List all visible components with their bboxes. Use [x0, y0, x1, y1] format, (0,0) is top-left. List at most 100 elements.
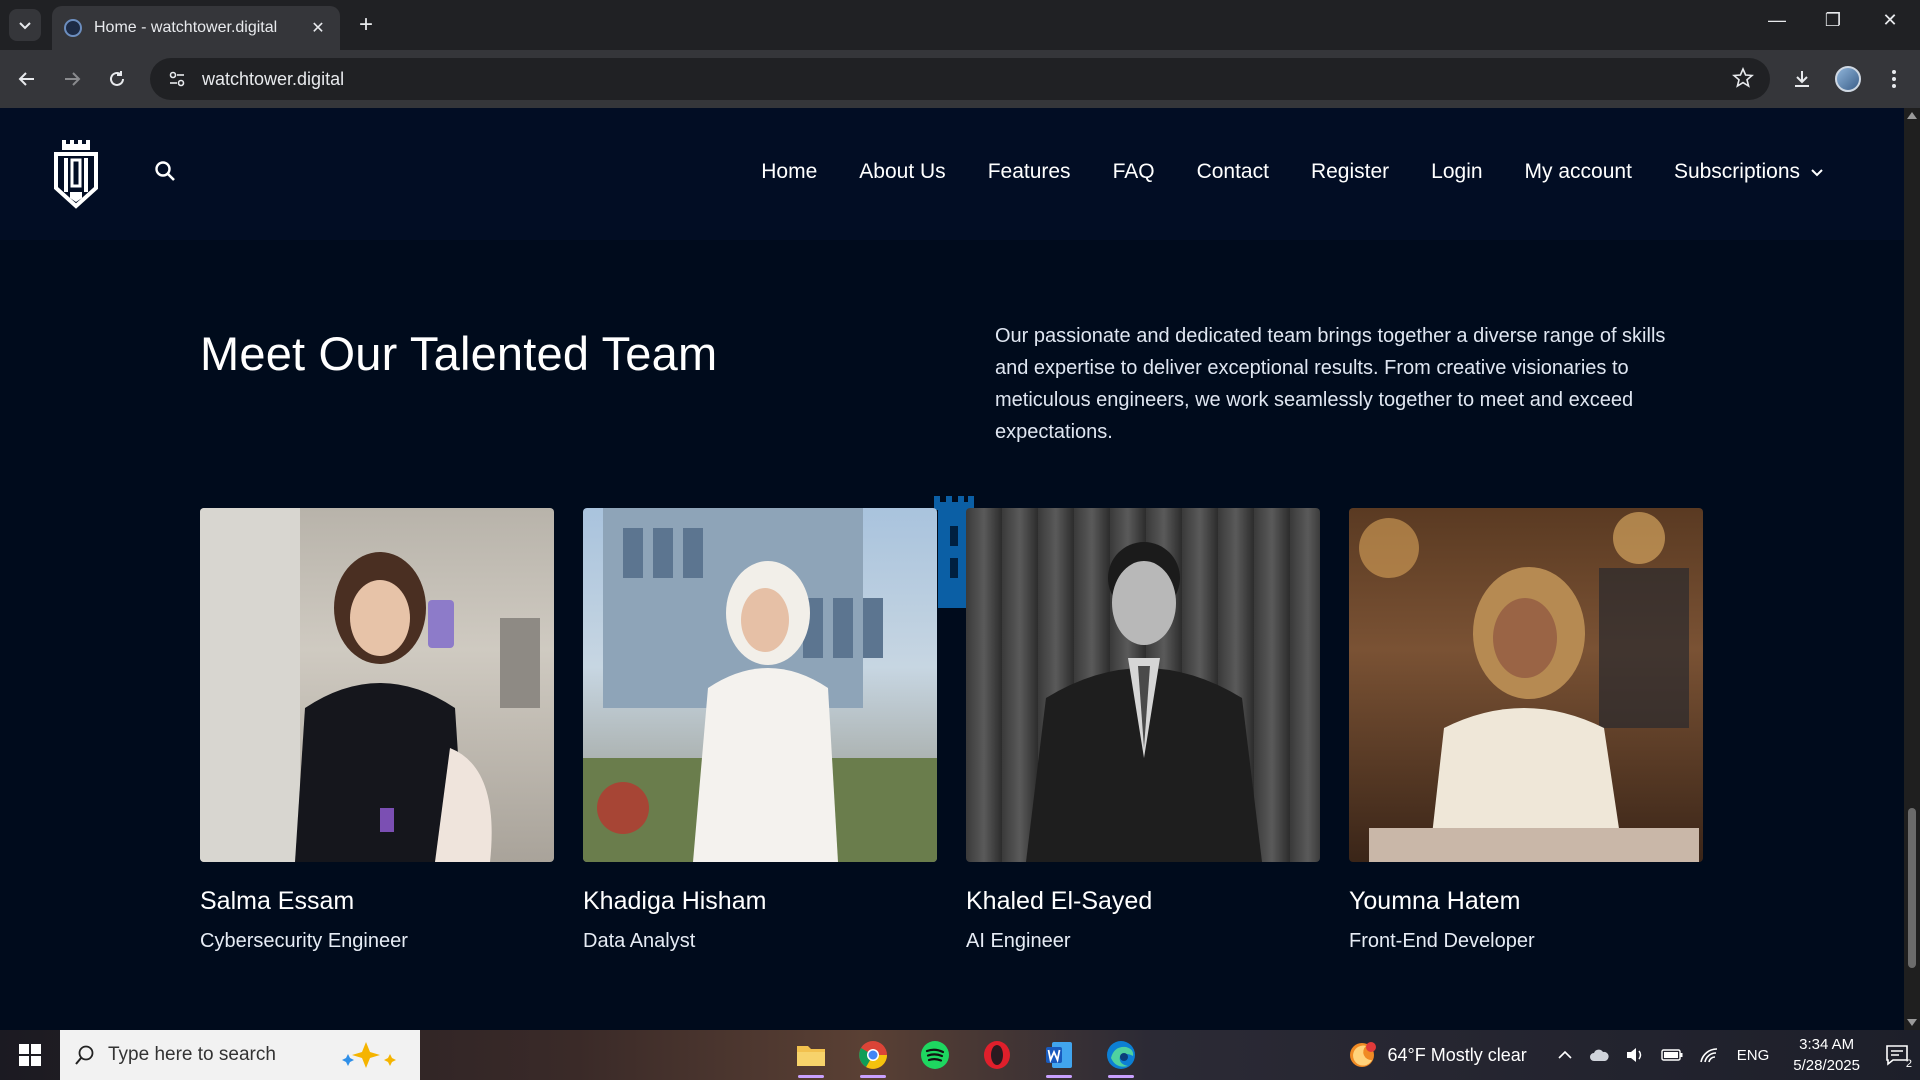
browser-toolbar: watchtower.digital: [0, 50, 1920, 108]
scroll-up-icon[interactable]: [1907, 112, 1917, 119]
team-member-role: Front-End Developer: [1349, 930, 1535, 952]
team-member-name: Khadiga Hisham: [583, 887, 767, 915]
team-member-role: Cybersecurity Engineer: [200, 930, 408, 952]
profile-avatar: [1835, 66, 1861, 92]
section-description: Our passionate and dedicated team brings…: [995, 325, 1666, 443]
person-silhouette-icon: [200, 508, 540, 862]
opera-button[interactable]: [966, 1030, 1028, 1080]
search-icon: [155, 161, 175, 181]
scrollbar-thumb[interactable]: [1908, 808, 1916, 968]
back-button[interactable]: [13, 65, 41, 93]
browser-menu-button[interactable]: [1880, 65, 1908, 93]
team-member-role: AI Engineer: [966, 930, 1071, 952]
chevron-down-icon: [1811, 169, 1823, 177]
team-card: Youmna Hatem Front-End Developer: [1349, 508, 1703, 953]
nav-about-us[interactable]: About Us: [859, 160, 945, 184]
weather-widget[interactable]: 64°F Mostly clear: [1348, 1040, 1527, 1070]
site-header: Home About Us Features FAQ Contact Regis…: [0, 108, 1904, 240]
site-info-icon[interactable]: [156, 69, 198, 89]
person-silhouette-icon: [583, 508, 937, 862]
person-silhouette-icon: [1359, 512, 1699, 862]
address-bar[interactable]: watchtower.digital: [150, 58, 1770, 100]
language-indicator[interactable]: ENG: [1737, 1047, 1770, 1064]
notification-count-badge: 2: [1905, 1058, 1912, 1070]
team-member-photo: [1349, 508, 1703, 862]
site-favicon-icon: [64, 19, 82, 37]
main-navigation: Home About Us Features FAQ Contact Regis…: [719, 160, 1824, 184]
restore-icon[interactable]: ❐: [1818, 10, 1848, 31]
taskbar-clock[interactable]: 3:34 AM 5/28/2025: [1793, 1034, 1860, 1076]
chrome-icon: [859, 1041, 887, 1069]
section-title: Meet Our Talented Team: [200, 327, 718, 380]
team-member-photo: [583, 508, 937, 862]
team-member-name: Salma Essam: [200, 887, 355, 915]
taskbar-search-box[interactable]: Type here to search: [60, 1030, 420, 1080]
download-icon: [1795, 71, 1809, 87]
word-button[interactable]: [1028, 1030, 1090, 1080]
forward-button[interactable]: [58, 65, 86, 93]
edge-icon: [1107, 1041, 1135, 1069]
chevron-up-icon[interactable]: [1557, 1047, 1573, 1063]
chevron-down-icon: [19, 22, 31, 30]
spotify-button[interactable]: [904, 1030, 966, 1080]
folder-icon: [797, 1046, 825, 1066]
minimize-icon[interactable]: —: [1762, 10, 1792, 31]
word-icon: [1046, 1042, 1072, 1068]
nav-features[interactable]: Features: [988, 160, 1071, 184]
team-member-role: Data Analyst: [583, 930, 696, 952]
system-tray: 64°F Mostly clear ENG 3:34 AM 5/28/2025 …: [1348, 1030, 1920, 1080]
person-silhouette-icon: [1026, 542, 1262, 862]
windows-taskbar: Type here to search 64°F Mostly clear EN…: [0, 1030, 1920, 1080]
nav-register[interactable]: Register: [1311, 160, 1389, 184]
browser-tab-active[interactable]: Home - watchtower.digital ✕: [52, 6, 340, 50]
tab-search-button[interactable]: [9, 9, 41, 41]
nav-my-account[interactable]: My account: [1525, 160, 1632, 184]
clock-time: 3:34 AM: [1799, 1036, 1855, 1053]
clock-date: 5/28/2025: [1793, 1057, 1860, 1074]
watchtower-logo[interactable]: [50, 136, 102, 210]
sparkle-icon: [342, 1042, 396, 1068]
nav-faq[interactable]: FAQ: [1113, 160, 1155, 184]
more-vertical-icon: [1892, 70, 1896, 88]
page-scrollbar[interactable]: [1904, 108, 1920, 1030]
file-explorer-button[interactable]: [780, 1030, 842, 1080]
weather-text: 64°F Mostly clear: [1387, 1044, 1527, 1065]
team-member-name: Youmna Hatem: [1349, 887, 1521, 915]
nav-home[interactable]: Home: [761, 160, 817, 184]
arrow-right-icon: [65, 72, 81, 86]
nav-subscriptions-label: Subscriptions: [1673, 160, 1800, 183]
nav-contact[interactable]: Contact: [1197, 160, 1269, 184]
web-page: Home About Us Features FAQ Contact Regis…: [0, 108, 1904, 1030]
site-search-button[interactable]: [154, 160, 176, 187]
new-tab-button[interactable]: +: [352, 12, 380, 40]
edge-button[interactable]: [1090, 1030, 1152, 1080]
downloads-button[interactable]: [1788, 65, 1816, 93]
taskbar-pinned-apps: [780, 1030, 1152, 1080]
notification-center-button[interactable]: 2: [1874, 1030, 1920, 1080]
bookmark-star-icon[interactable]: [1732, 66, 1754, 94]
reload-icon: [110, 71, 124, 86]
url-text: watchtower.digital: [202, 68, 345, 89]
nav-subscriptions[interactable]: Subscriptions: [1674, 160, 1824, 184]
spotify-icon: [921, 1041, 949, 1069]
team-member-photo: [966, 508, 1320, 862]
tower-logo-icon: [54, 140, 98, 209]
opera-icon: [984, 1041, 1010, 1069]
volume-icon[interactable]: [1625, 1046, 1645, 1064]
taskbar-search-placeholder: Type here to search: [108, 1044, 276, 1065]
team-member-photo: [200, 508, 554, 862]
search-icon: [75, 1045, 94, 1065]
reload-button[interactable]: [103, 65, 131, 93]
start-button[interactable]: [0, 1030, 60, 1080]
profile-button[interactable]: [1834, 65, 1862, 93]
tab-close-icon[interactable]: ✕: [308, 18, 328, 38]
team-member-name: Khaled El-Sayed: [966, 887, 1153, 915]
window-close-icon[interactable]: ✕: [1875, 10, 1905, 31]
scroll-down-icon[interactable]: [1907, 1019, 1917, 1026]
nav-login[interactable]: Login: [1431, 160, 1482, 184]
tab-title: Home - watchtower.digital: [94, 19, 278, 36]
cloud-icon[interactable]: [1589, 1048, 1609, 1062]
chrome-button[interactable]: [842, 1030, 904, 1080]
wifi-icon[interactable]: [1699, 1047, 1719, 1063]
battery-icon[interactable]: [1661, 1049, 1683, 1061]
